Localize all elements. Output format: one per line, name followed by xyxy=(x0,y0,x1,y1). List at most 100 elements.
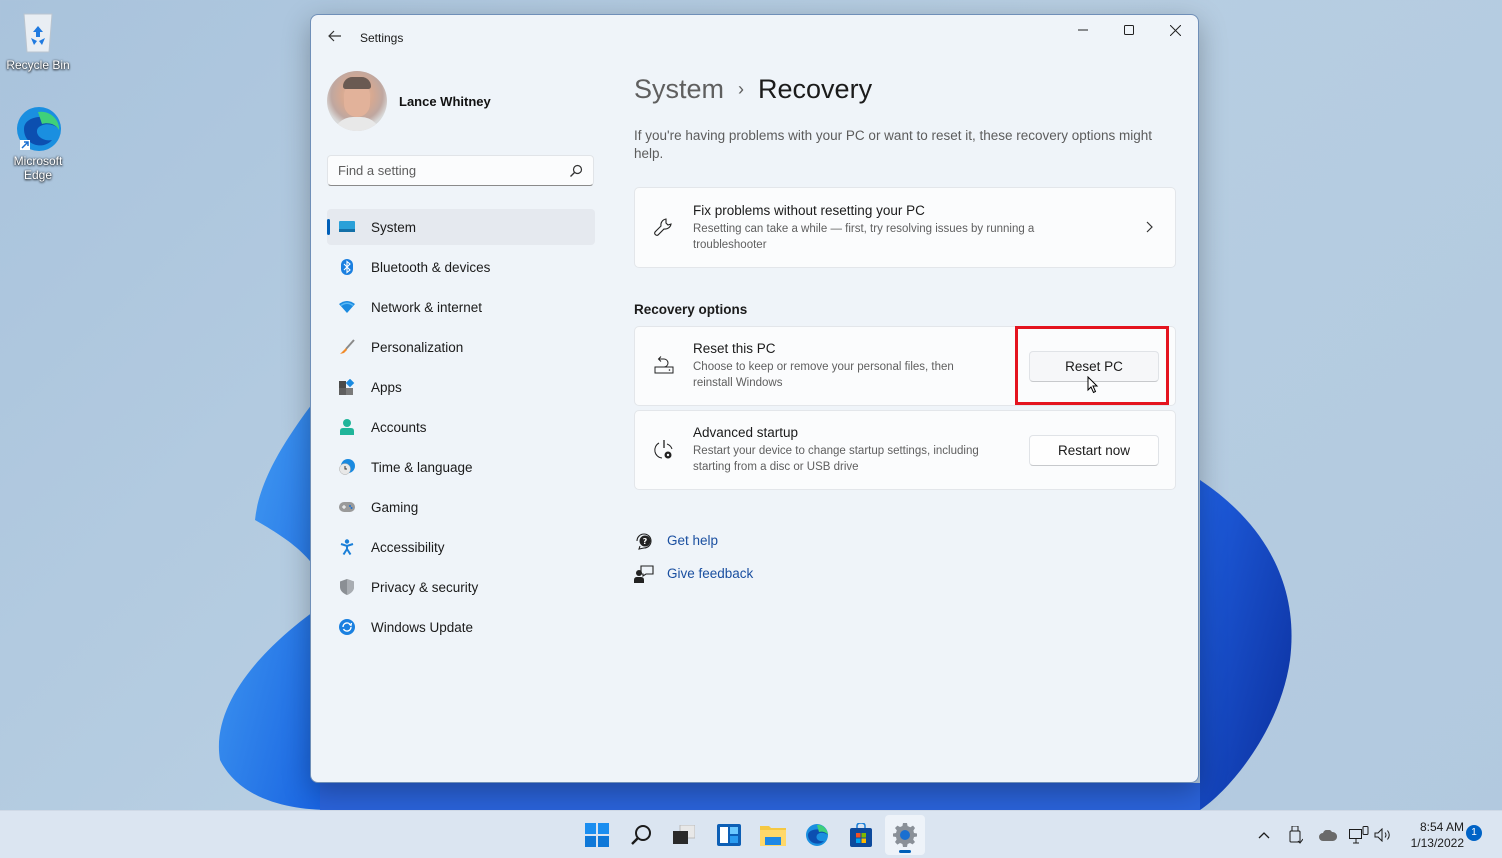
network-icon xyxy=(1349,826,1369,844)
desktop-icon-label: Microsoft Edge xyxy=(13,154,63,182)
sidebar-item-label: Network & internet xyxy=(371,299,483,315)
mouse-cursor-icon xyxy=(1087,375,1099,399)
search-box[interactable] xyxy=(327,155,594,186)
breadcrumb: System › Recovery xyxy=(634,71,1176,107)
maximize-icon xyxy=(1124,25,1134,35)
taskbar-widgets-button[interactable] xyxy=(709,815,749,855)
taskbar-store-button[interactable] xyxy=(841,815,881,855)
sidebar-item-privacy[interactable]: Privacy & security xyxy=(327,569,595,605)
clock-time: 8:54 AM xyxy=(1419,820,1464,834)
user-profile[interactable]: Lance Whitney xyxy=(327,71,491,131)
sidebar-nav: System Bluetooth & devices Network & int… xyxy=(327,209,595,649)
system-icon xyxy=(339,219,355,235)
desktop-icon-label: Recycle Bin xyxy=(6,58,70,72)
page-title: Recovery xyxy=(758,73,873,104)
advanced-card-title: Advanced startup xyxy=(693,425,799,440)
chevron-right-icon: › xyxy=(738,78,745,99)
help-icon: ? xyxy=(634,531,654,551)
store-icon xyxy=(850,823,872,847)
sidebar-item-windows-update[interactable]: Windows Update xyxy=(327,609,595,645)
gear-icon xyxy=(893,823,917,847)
bluetooth-icon xyxy=(339,259,355,275)
sidebar-item-label: Personalization xyxy=(371,339,464,355)
taskbar: 8:54 AM 1/13/2022 xyxy=(0,810,1502,858)
fix-card-description: Resetting can take a while — first, try … xyxy=(693,222,1035,251)
close-icon xyxy=(1169,24,1181,36)
sidebar-item-label: Gaming xyxy=(371,499,419,515)
sidebar-item-bluetooth[interactable]: Bluetooth & devices xyxy=(327,249,595,285)
sidebar-item-personalization[interactable]: Personalization xyxy=(327,329,595,365)
section-title: Recovery options xyxy=(634,302,748,317)
app-title: Settings xyxy=(360,31,404,45)
search-input[interactable] xyxy=(338,163,569,178)
advanced-startup-card: Advanced startup Restart your device to … xyxy=(634,410,1176,490)
cloud-icon xyxy=(1319,829,1337,841)
title-bar: Settings xyxy=(311,15,1198,61)
maximize-button[interactable] xyxy=(1106,15,1152,45)
sidebar-item-network[interactable]: Network & internet xyxy=(327,289,595,325)
reset-card-description: Choose to keep or remove your personal f… xyxy=(693,361,954,389)
notification-badge[interactable]: 1 xyxy=(1466,825,1482,841)
brush-icon xyxy=(339,339,355,355)
sidebar-item-accessibility[interactable]: Accessibility xyxy=(327,529,595,565)
taskbar-search-button[interactable] xyxy=(621,815,661,855)
breadcrumb-parent[interactable]: System xyxy=(634,74,724,105)
help-links: ? Get help Give feedback xyxy=(634,524,1176,590)
tray-onedrive-button[interactable] xyxy=(1318,811,1338,858)
wrench-icon xyxy=(635,217,693,239)
sidebar-item-label: Accounts xyxy=(371,419,427,435)
taskbar-task-view-button[interactable] xyxy=(664,815,704,855)
taskbar-settings-button[interactable] xyxy=(885,815,925,855)
avatar xyxy=(327,71,387,131)
minimize-button[interactable] xyxy=(1060,15,1106,45)
intro-text: If you're having problems with your PC o… xyxy=(634,128,1153,161)
desktop-icon-recycle-bin[interactable]: Recycle Bin xyxy=(0,8,76,72)
show-hidden-icons-button[interactable] xyxy=(1254,811,1274,858)
search-icon xyxy=(631,825,651,845)
feedback-icon xyxy=(634,564,654,584)
advanced-card-description: Restart your device to change startup se… xyxy=(693,445,979,473)
accessibility-icon xyxy=(339,539,355,555)
sidebar-item-system[interactable]: System xyxy=(327,209,595,245)
tray-volume-button[interactable] xyxy=(1373,811,1393,858)
main-content: System › Recovery If you're having probl… xyxy=(634,71,1176,590)
reset-pc-card: Reset this PC Choose to keep or remove y… xyxy=(634,326,1176,406)
sidebar-item-label: Apps xyxy=(371,379,402,395)
tray-usb-button[interactable] xyxy=(1286,811,1306,858)
search-icon[interactable] xyxy=(569,164,583,178)
advanced-startup-icon xyxy=(635,439,693,461)
get-help-link[interactable]: Get help xyxy=(667,533,718,548)
close-button[interactable] xyxy=(1152,15,1198,45)
taskbar-start-button[interactable] xyxy=(577,815,617,855)
edge-icon xyxy=(14,104,62,152)
widgets-icon xyxy=(717,824,741,846)
taskbar-file-explorer-button[interactable] xyxy=(753,815,793,855)
taskbar-edge-button[interactable] xyxy=(797,815,837,855)
gamepad-icon xyxy=(339,499,355,515)
sidebar-item-label: System xyxy=(371,219,417,235)
tray-network-button[interactable] xyxy=(1349,811,1369,858)
sidebar-item-apps[interactable]: Apps xyxy=(327,369,595,405)
update-icon xyxy=(339,619,355,635)
sidebar-item-label: Accessibility xyxy=(371,539,445,555)
wifi-icon xyxy=(339,299,355,315)
sidebar-item-accounts[interactable]: Accounts xyxy=(327,409,595,445)
task-view-icon xyxy=(673,825,695,844)
chevron-right-icon xyxy=(1125,220,1175,236)
sidebar-item-label: Privacy & security xyxy=(371,579,479,595)
user-name: Lance Whitney xyxy=(399,93,491,109)
fix-card-title: Fix problems without resetting your PC xyxy=(693,202,925,218)
sidebar-item-time-language[interactable]: Time & language xyxy=(327,449,595,485)
fix-problems-card[interactable]: Fix problems without resetting your PC R… xyxy=(634,187,1176,268)
apps-icon xyxy=(339,379,355,395)
windows-logo-icon xyxy=(585,823,609,847)
give-feedback-link[interactable]: Give feedback xyxy=(667,566,753,581)
desktop-icon-edge[interactable]: Microsoft Edge xyxy=(0,104,76,182)
chevron-up-icon xyxy=(1258,832,1270,839)
back-button[interactable] xyxy=(325,27,345,47)
svg-text:?: ? xyxy=(643,537,648,546)
taskbar-clock[interactable]: 8:54 AM 1/13/2022 xyxy=(1398,819,1464,851)
folder-icon xyxy=(760,826,786,846)
sidebar-item-gaming[interactable]: Gaming xyxy=(327,489,595,525)
restart-now-button[interactable]: Restart now xyxy=(1029,434,1159,466)
